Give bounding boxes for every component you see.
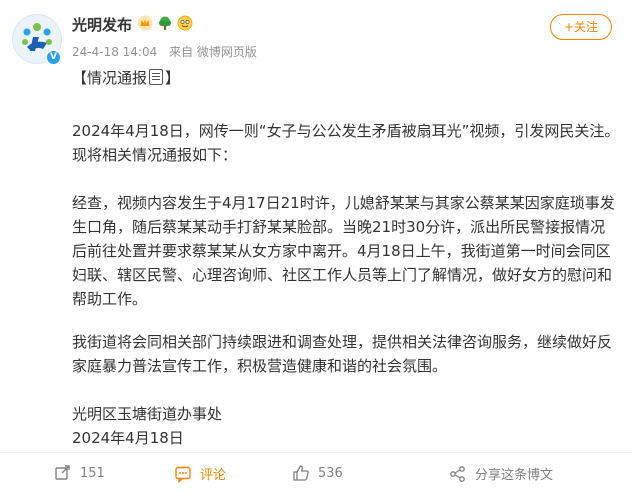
post-source: 来自 微博网页版 — [169, 45, 257, 59]
action-bar: 151 评论 536 分享这条博文 — [0, 453, 632, 498]
post-title-line: 【情况通报】 — [72, 66, 180, 90]
post-title-open: 【情况通报 — [72, 69, 148, 87]
paragraph-findings: 经查，视频内容发生于4月17日21时许，儿媳舒某某与其家公蔡某某因家庭琐事发生口… — [72, 194, 615, 308]
post-header: V 光明发布 24-4-18 14:04 来自 微博网页版 +关注 — [0, 0, 632, 70]
badge-row — [137, 15, 193, 31]
like-icon — [293, 465, 309, 481]
comment-button[interactable]: 评论 — [174, 464, 226, 483]
repost-icon — [55, 465, 70, 480]
comment-label: 评论 — [200, 468, 227, 483]
comment-icon — [175, 466, 191, 483]
paragraph-intro: 2024年4月18日，网传一则“女子与公公发生矛盾被扇耳光”视频，引发网民关注。… — [72, 122, 620, 164]
post-title-close: 】 — [165, 69, 181, 87]
signature: 光明区玉塘街道办事处 — [72, 405, 223, 423]
emoji-badge-icon[interactable] — [177, 15, 193, 31]
signature-block: 光明区玉塘街道办事处 2024年4月18日 — [72, 402, 620, 450]
share-button[interactable]: 分享这条博文 — [449, 464, 553, 483]
paragraph-followup: 我街道将会同相关部门持续跟进和调查处理，提供相关法律咨询服务，继续做好反家庭暴力… — [72, 333, 613, 375]
verified-badge-icon: V — [45, 49, 62, 66]
follow-button[interactable]: +关注 — [550, 14, 612, 40]
like-button[interactable]: 536 — [292, 464, 343, 482]
post-meta: 24-4-18 14:04 来自 微博网页版 — [72, 43, 265, 60]
repost-count: 151 — [80, 465, 105, 481]
repost-button[interactable]: 151 — [54, 464, 105, 482]
tree-badge-icon[interactable] — [157, 15, 173, 31]
signature-date: 2024年4月18日 — [72, 429, 184, 447]
share-icon — [450, 465, 465, 482]
document-icon — [149, 69, 164, 85]
author-name[interactable]: 光明发布 — [72, 14, 132, 35]
share-label: 分享这条博文 — [475, 468, 554, 483]
post-time[interactable]: 24-4-18 14:04 — [72, 45, 157, 59]
like-count: 536 — [318, 465, 343, 481]
crown-badge-icon[interactable] — [137, 15, 153, 31]
